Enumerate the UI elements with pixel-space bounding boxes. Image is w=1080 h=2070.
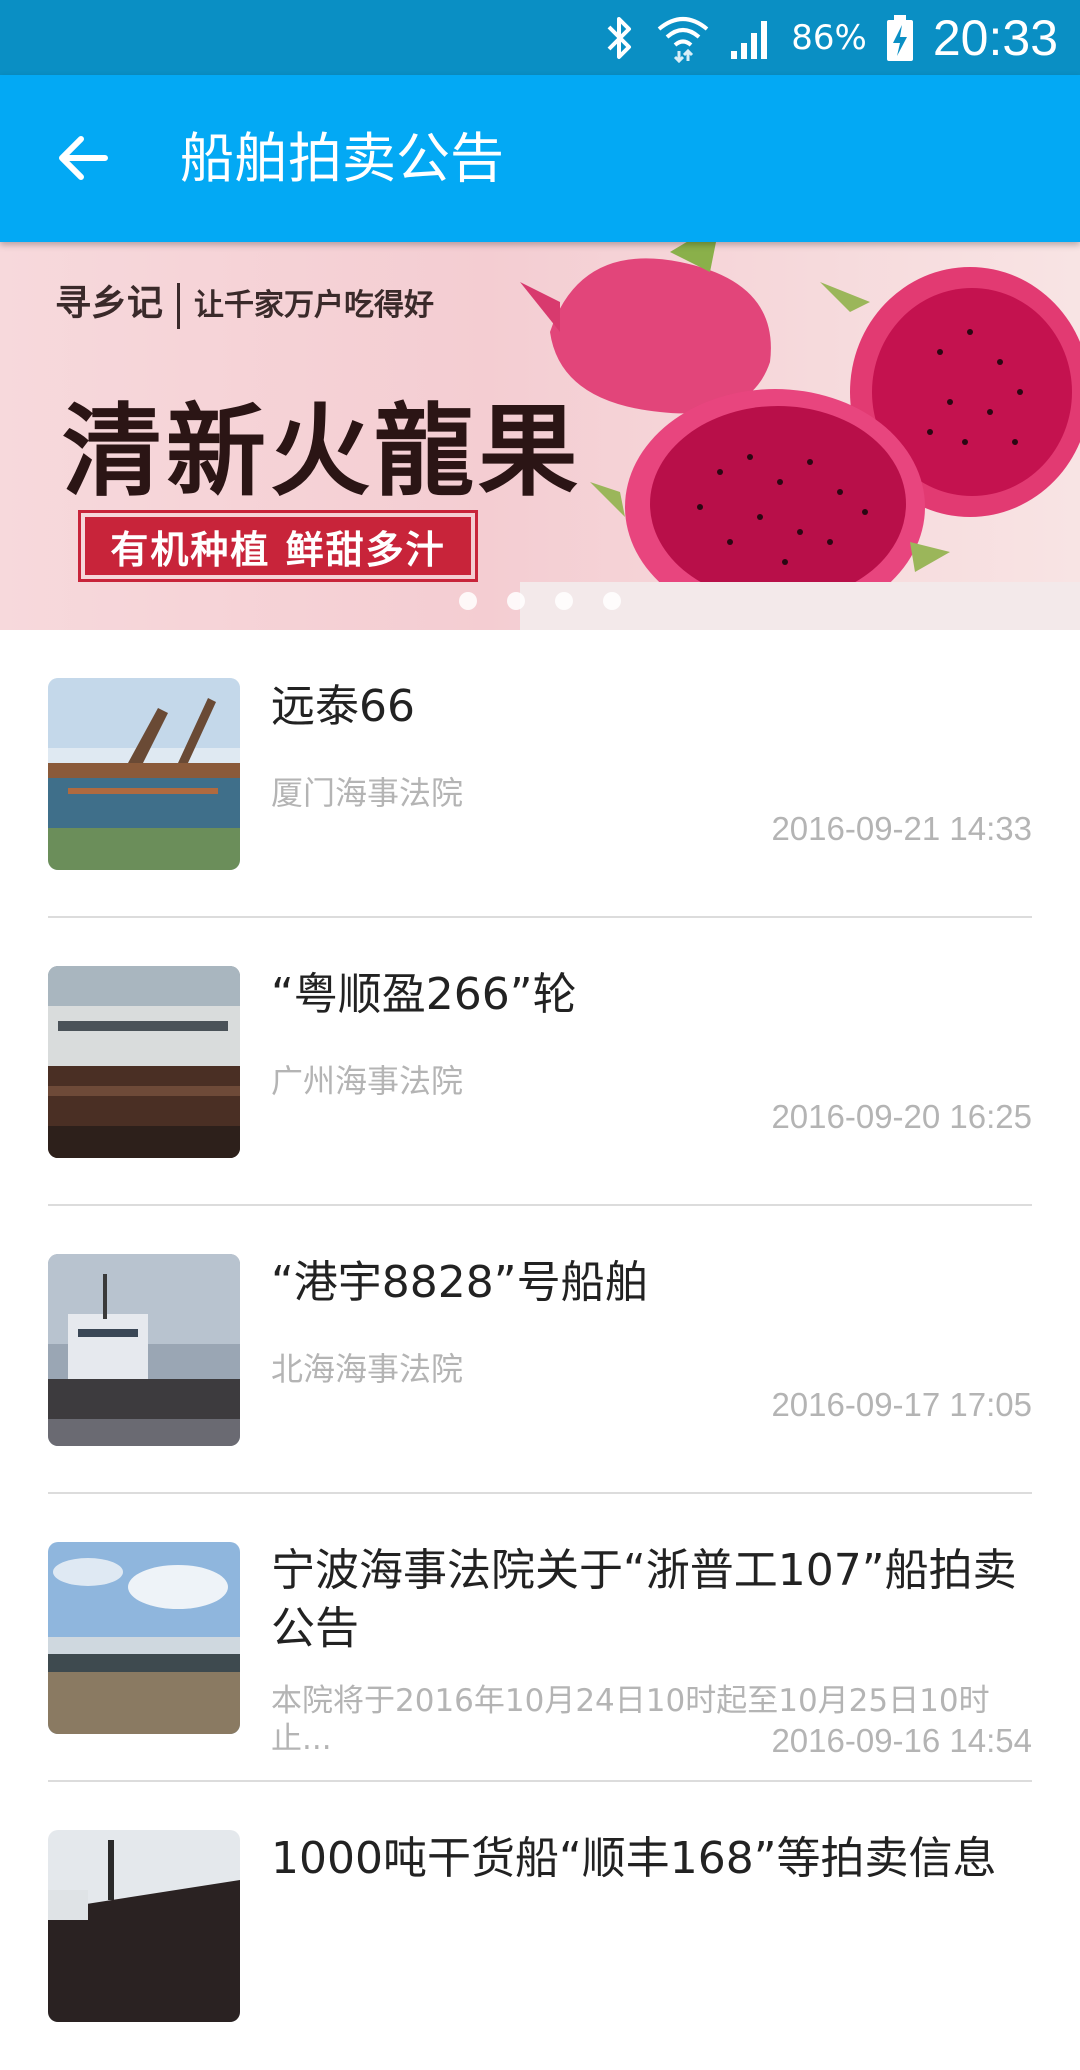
listing-court: 北海海事法院 — [271, 1350, 464, 1388]
listing-court: 广州海事法院 — [271, 1062, 464, 1100]
banner-brand: 寻乡记 让千家万户吃得好 — [55, 274, 434, 329]
listing-date: 2016-09-17 17:05 — [771, 1386, 1032, 1423]
status-icons: 86% 20:33 — [603, 0, 1058, 75]
listing-title: 远泰66 — [271, 681, 415, 732]
clock: 20:33 — [932, 9, 1058, 66]
banner-separator — [177, 283, 181, 329]
dragon-fruit-image — [520, 242, 1080, 630]
listing-title: “粤顺盈266”轮 — [271, 969, 577, 1020]
listing-date: 2016-09-21 14:33 — [771, 810, 1032, 847]
banner-brand-name: 寻乡记 — [55, 282, 164, 324]
banner-headline: 清新火龍果 — [62, 392, 582, 510]
signal-icon — [731, 20, 768, 59]
ship-thumbnail — [48, 966, 240, 1158]
list-item[interactable]: 远泰66 厦门海事法院 2016-09-21 14:33 — [0, 630, 1080, 918]
list-item[interactable]: “港宇8828”号船舶 北海海事法院 2016-09-17 17:05 — [0, 1206, 1080, 1494]
listing-date: 2016-09-16 14:54 — [771, 1722, 1032, 1759]
page-indicator-dot-active[interactable] — [603, 592, 621, 610]
page-indicator-dot[interactable] — [459, 592, 477, 610]
listing-court: 厦门海事法院 — [271, 774, 464, 812]
back-button[interactable] — [40, 118, 126, 198]
arrow-left-icon — [59, 136, 108, 180]
ship-thumbnail — [48, 1830, 240, 2022]
listing-title: “港宇8828”号船舶 — [271, 1257, 649, 1308]
banner-slogan: 让千家万户吃得好 — [194, 288, 435, 323]
bluetooth-icon — [607, 16, 632, 59]
ship-thumbnail — [48, 1254, 240, 1446]
ship-thumbnail — [48, 678, 240, 870]
promo-banner[interactable]: 寻乡记 让千家万户吃得好 清新火龍果 有机种植 鲜甜多汁 — [0, 242, 1080, 630]
page-indicator — [0, 592, 1080, 616]
list-item[interactable]: “粤顺盈266”轮 广州海事法院 2016-09-20 16:25 — [0, 918, 1080, 1206]
battery-charging-icon — [886, 14, 913, 61]
page-indicator-dot[interactable] — [555, 592, 573, 610]
list-item[interactable]: 宁波海事法院关于“浙普工107”船拍卖公告 本院将于2016年10月24日10时… — [0, 1494, 1080, 1782]
wifi-icon — [658, 16, 709, 63]
status-bar: 86% 20:33 — [0, 0, 1080, 75]
auction-list: 远泰66 厦门海事法院 2016-09-21 14:33 “粤顺盈266”轮 广… — [0, 630, 1080, 2070]
listing-title: 1000吨干货船“顺丰168”等拍卖信息 — [271, 1833, 997, 1884]
listing-title: 宁波海事法院关于“浙普工107”船拍卖公告 — [271, 1545, 1017, 1654]
ship-thumbnail — [48, 1542, 240, 1734]
page-indicator-dot[interactable] — [507, 592, 525, 610]
battery-percent: 86% — [791, 17, 867, 58]
page-title: 船舶拍卖公告 — [180, 127, 504, 190]
listing-date: 2016-09-20 16:25 — [771, 1098, 1032, 1135]
banner-tag-box: 有机种植 鲜甜多汁 — [78, 510, 478, 582]
app-bar: 船舶拍卖公告 — [0, 75, 1080, 242]
list-item[interactable]: 1000吨干货船“顺丰168”等拍卖信息 — [0, 1782, 1080, 2070]
banner-tag: 有机种植 鲜甜多汁 — [85, 517, 471, 575]
